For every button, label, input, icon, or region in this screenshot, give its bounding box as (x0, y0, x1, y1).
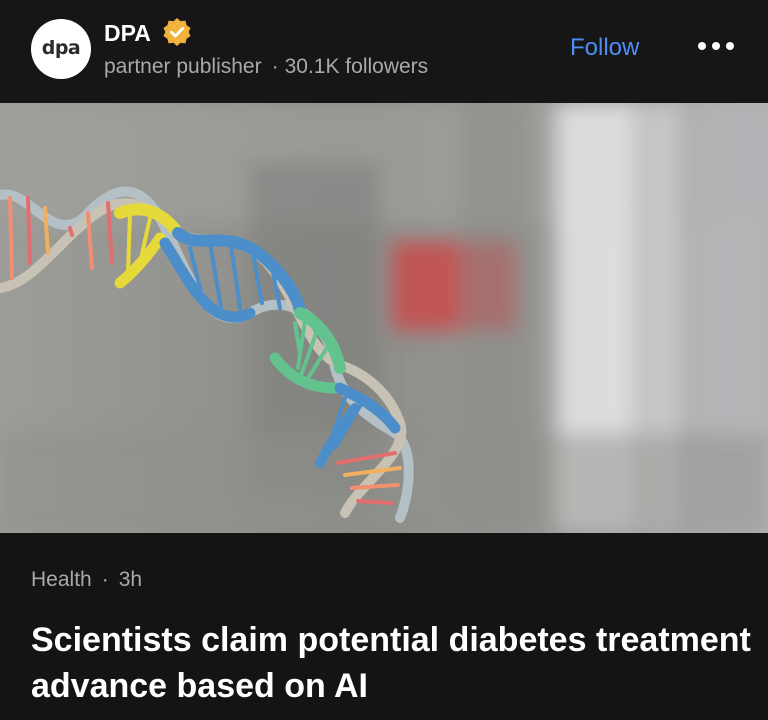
publisher-avatar-text: dpa (41, 36, 81, 59)
publisher-meta: partner publisher · 30.1K followers (104, 55, 428, 79)
follow-button[interactable]: Follow (570, 34, 639, 62)
follower-count: 30.1K followers (284, 55, 429, 78)
article-age: 3h (118, 568, 143, 591)
publisher-avatar[interactable]: dpa (31, 19, 91, 79)
article-headline[interactable]: Scientists claim potential diabetes trea… (31, 617, 751, 709)
publisher-header: dpa DPA partner publisher · 30.1K follower… (0, 0, 768, 103)
article-meta-separator: · (101, 568, 109, 591)
verified-badge-icon (163, 18, 191, 46)
article-category[interactable]: Health (31, 568, 92, 591)
article-meta: Health · 3h (31, 568, 142, 592)
meta-separator: · (271, 55, 279, 78)
more-options-icon[interactable] (696, 38, 736, 54)
publisher-name[interactable]: DPA (104, 20, 151, 47)
article-image[interactable] (0, 103, 768, 533)
publisher-role: partner publisher (104, 55, 262, 78)
